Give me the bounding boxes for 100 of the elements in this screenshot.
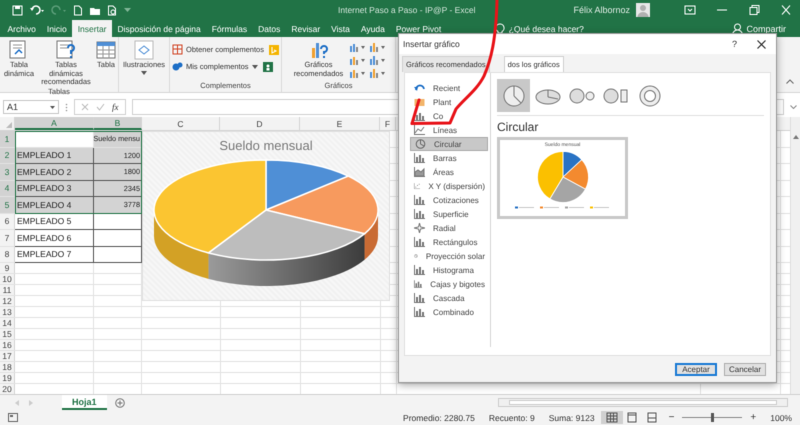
ribbon-tab[interactable]: Ayuda [355, 20, 390, 37]
chart-menu-icon[interactable] [348, 55, 366, 65]
insert-function-button[interactable]: fx [112, 102, 118, 112]
caret-icon[interactable] [124, 7, 131, 13]
zoom-level[interactable]: 100% [770, 412, 792, 422]
dialog-button[interactable]: Cancelar [724, 362, 766, 376]
chart-type-item[interactable]: Cotizaciones [410, 193, 488, 207]
row-header[interactable]: 19 [0, 373, 15, 383]
chart-menu-icon[interactable] [368, 42, 386, 52]
row-header[interactable]: 8 [0, 246, 15, 262]
ribbon-tab[interactable]: Vista [326, 20, 356, 37]
chart-type-item[interactable]: Superficie [410, 207, 488, 221]
chart-type-item[interactable]: Proyección solar [410, 249, 488, 263]
user-name[interactable]: Félix Albornoz [573, 5, 630, 15]
count-readout: Recuento: 9 [488, 412, 535, 422]
row-header[interactable]: 18 [0, 362, 15, 372]
row-header[interactable]: 3 [0, 164, 15, 180]
ribbon-tab[interactable]: Insertar [72, 20, 112, 37]
row-header[interactable]: 20 [0, 384, 15, 394]
help-button[interactable]: ? [732, 39, 737, 49]
vertical-scrollbar[interactable] [790, 117, 800, 394]
column-header[interactable]: C [142, 117, 220, 130]
chart-type-item[interactable]: Plant [410, 95, 488, 109]
ribbon-tab[interactable]: Fórmulas [206, 20, 253, 37]
chart-variant-button[interactable] [497, 79, 530, 112]
scroll-thumb[interactable] [509, 400, 777, 405]
print-preview-icon[interactable] [107, 4, 118, 16]
row-header[interactable]: 7 [0, 230, 15, 246]
chart-title: Sueldo mensual [219, 138, 313, 153]
chart-menu-icon[interactable] [348, 42, 366, 52]
row-header[interactable]: 16 [0, 340, 15, 350]
chart-menu-icon[interactable] [348, 68, 366, 78]
undo-icon[interactable] [29, 4, 45, 16]
area-chart-icon [414, 167, 425, 177]
row-header[interactable]: 6 [0, 214, 15, 229]
new-file-icon[interactable] [73, 4, 83, 16]
sheet-tab[interactable]: Hoja1 [62, 395, 107, 410]
normal-view-icon[interactable] [600, 411, 623, 424]
ribbon-tab[interactable]: Revisar [286, 20, 326, 37]
slider-thumb[interactable] [710, 413, 714, 422]
row-header[interactable]: 10 [0, 274, 15, 284]
ribbon-tab[interactable]: Archivo [2, 20, 42, 37]
column-chart-icon [414, 111, 425, 121]
zoom-out-button[interactable]: − [668, 412, 674, 423]
table-cell: EMPLEADO 2 [15, 164, 94, 180]
row-header[interactable]: 12 [0, 296, 15, 306]
row-header[interactable]: 2 [0, 148, 15, 163]
column-header[interactable]: A [15, 117, 94, 130]
chart-type-item[interactable]: Combinado [410, 305, 488, 319]
chart-area[interactable]: Sueldo mensual [142, 131, 390, 301]
chart-type-item[interactable]: Co [410, 109, 488, 123]
ribbon-tab[interactable]: Inicio [41, 20, 72, 37]
macro-icon[interactable] [8, 413, 18, 422]
ribbon-display-icon[interactable] [684, 5, 696, 15]
row-header[interactable]: 5 [0, 197, 15, 212]
chart-type-item[interactable]: Rectángulos [410, 235, 488, 249]
chart-type-item[interactable]: Cascada [410, 291, 488, 305]
caret-icon [252, 64, 258, 68]
row-header[interactable]: 17 [0, 351, 15, 361]
row-header[interactable]: 13 [0, 307, 15, 317]
add-sheet-icon[interactable] [114, 398, 125, 408]
close-icon[interactable] [757, 40, 766, 48]
column-header[interactable]: E [300, 117, 380, 130]
chart-menu-icon[interactable] [368, 55, 386, 65]
chart-type-item[interactable]: Circular [410, 137, 488, 151]
ribbon-tab[interactable]: Datos [252, 20, 286, 37]
save-icon[interactable] [12, 4, 23, 16]
check-icon[interactable] [96, 103, 105, 111]
ribbon-tab[interactable]: Disposición de página [112, 20, 206, 37]
row-header[interactable]: 9 [0, 263, 15, 273]
name-box[interactable]: A1 [3, 100, 59, 114]
chart-type-item[interactable]: Cajas y bigotes [410, 277, 488, 291]
chart-type-item[interactable]: Líneas [410, 123, 488, 137]
horizontal-scrollbar[interactable] [498, 398, 788, 407]
column-header[interactable]: B [94, 117, 142, 130]
column-chart-icon [414, 195, 425, 205]
chart-type-item[interactable]: Barras [410, 151, 488, 165]
column-chart-icon [414, 153, 425, 163]
row-header[interactable]: 14 [0, 318, 15, 328]
row-header[interactable]: 15 [0, 329, 15, 339]
row-header[interactable]: 1 [0, 131, 15, 146]
expand-caret-icon[interactable] [790, 105, 797, 109]
zoom-in-button[interactable]: + [750, 412, 756, 423]
column-header[interactable]: F [380, 117, 396, 130]
share-button[interactable]: Compartir [746, 20, 786, 37]
chart-type-item[interactable]: Recient [410, 81, 488, 95]
row-header[interactable]: 4 [0, 180, 15, 196]
dialog-button[interactable]: Aceptar [675, 362, 717, 376]
chart-type-item[interactable]: Radial [410, 221, 488, 235]
chart-type-item[interactable]: X Y (dispersión) [410, 179, 488, 193]
chart-type-item[interactable]: Histograma [410, 263, 488, 277]
restore-icon[interactable] [748, 5, 760, 15]
column-header[interactable]: D [220, 117, 300, 130]
people-graph-icon[interactable] [262, 62, 273, 72]
row-header[interactable]: 11 [0, 285, 15, 295]
collapse-ribbon-icon[interactable] [786, 79, 794, 84]
chart-type-item[interactable]: Áreas [410, 165, 488, 179]
ribbon-tab[interactable]: Power Pivot [390, 20, 447, 37]
chart-menu-icon[interactable] [368, 68, 386, 78]
scroll-up-icon[interactable] [792, 135, 798, 139]
